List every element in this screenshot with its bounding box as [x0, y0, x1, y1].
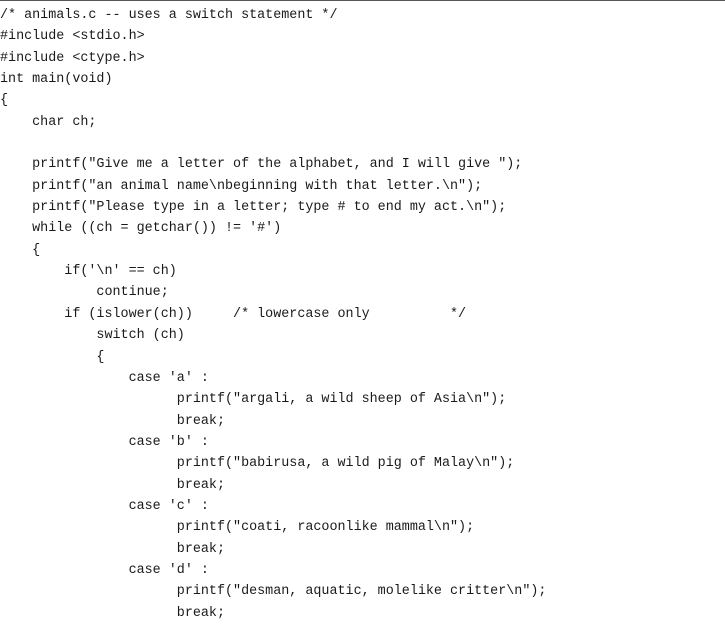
code-line: case 'd' :: [0, 562, 209, 578]
code-line: printf("babirusa, a wild pig of Malay\n"…: [0, 456, 515, 472]
code-line: case 'b' :: [0, 434, 209, 450]
code-line: break;: [0, 477, 225, 493]
code-line: break;: [0, 605, 225, 621]
code-line: printf("Please type in a letter; type # …: [0, 200, 507, 216]
code-line: switch (ch): [0, 328, 185, 344]
code-line: {: [0, 349, 105, 365]
code-line: printf("an animal name\nbeginning with t…: [0, 178, 483, 194]
code-line: case 'a' :: [0, 370, 209, 386]
code-line: printf("coati, racoonlike mammal\n");: [0, 520, 475, 536]
code-line: {: [0, 242, 41, 258]
code-line: case 'c' :: [0, 498, 209, 514]
code-line: printf("desman, aquatic, molelike critte…: [0, 584, 547, 600]
code-line: if (islower(ch)) /* lowercase only */: [0, 306, 467, 322]
code-line: while ((ch = getchar()) != '#'): [0, 221, 282, 237]
code-line: char ch;: [0, 114, 97, 130]
code-line: /* animals.c -- uses a switch statement …: [0, 8, 338, 23]
code-line: #include <stdio.h>: [0, 29, 145, 45]
code-listing: /* animals.c -- uses a switch statement …: [0, 5, 725, 624]
code-line: printf("Give me a letter of the alphabet…: [0, 157, 523, 173]
code-line: if('\n' == ch): [0, 264, 177, 280]
code-line: printf("argali, a wild sheep of Asia\n")…: [0, 392, 507, 408]
code-line: int main(void): [0, 72, 113, 88]
code-line: #include <ctype.h>: [0, 50, 145, 66]
top-divider: [0, 0, 725, 1]
code-line: {: [0, 93, 9, 109]
code-line: break;: [0, 541, 225, 557]
code-line: break;: [0, 413, 225, 429]
code-line: continue;: [0, 285, 169, 301]
